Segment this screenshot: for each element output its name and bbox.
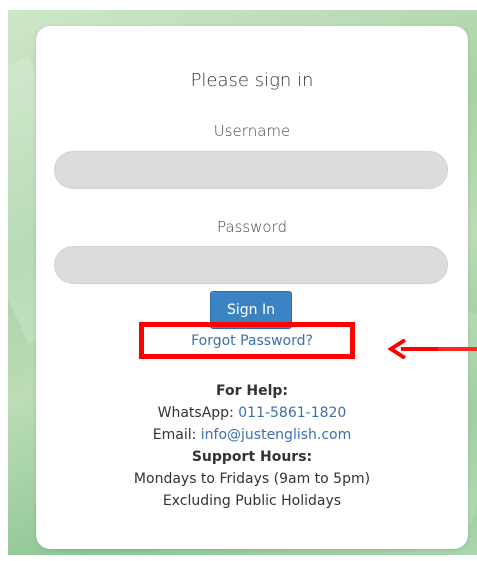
whatsapp-label: WhatsApp: [157,405,234,421]
support-hours-note: Excluding Public Holidays [162,493,342,509]
help-email: Email: info@justenglish.com [36,427,468,443]
help-heading: For Help: [215,383,289,399]
page-background: Please sign in Username Password Sign In… [8,10,477,555]
help-whatsapp: WhatsApp: 011-5861-1820 [36,405,468,421]
page-title: Please sign in [190,70,314,91]
arrow-left-icon [387,339,477,359]
email-label: Email: [152,427,197,443]
username-label: Username [213,122,291,140]
username-field[interactable] [54,151,448,189]
password-label: Password [216,218,288,236]
annotation-highlight-box [139,322,355,359]
support-hours-heading: Support Hours: [191,449,313,465]
email-address-link[interactable]: info@justenglish.com [201,427,351,443]
support-hours-text: Mondays to Fridays (9am to 5pm) [133,471,371,487]
password-field[interactable] [54,246,448,284]
login-card: Please sign in Username Password Sign In… [36,26,477,549]
whatsapp-number-link[interactable]: 011-5861-1820 [238,405,346,421]
